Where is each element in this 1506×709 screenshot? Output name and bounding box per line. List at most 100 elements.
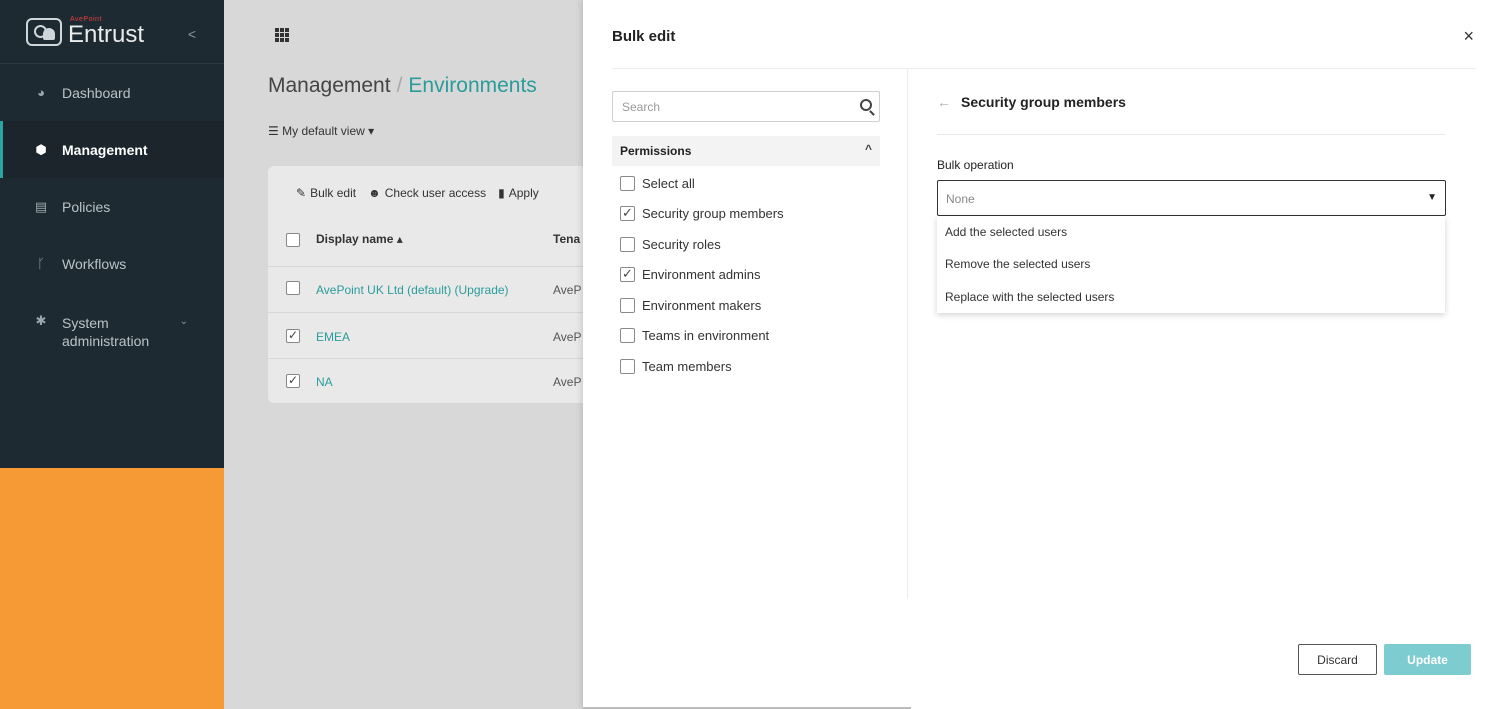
workflow-icon: ᚴ <box>37 255 45 271</box>
sidebar-item-label: Policies <box>62 198 111 215</box>
sidebar-item-management[interactable]: ⬢ Management <box>0 121 224 178</box>
check-user-access-label: Check user access <box>384 186 487 200</box>
tenant-cell: AveP <box>553 283 582 297</box>
logo-name: Entrust <box>68 21 145 48</box>
sidebar-item-policies[interactable]: ▤ Policies <box>0 178 224 235</box>
view-selector[interactable]: ☰ My default view ▾ <box>268 124 374 138</box>
search-field <box>612 91 880 122</box>
pie-chart-icon: ◕ <box>37 84 45 100</box>
sidebar-item-label: System administration <box>62 315 150 349</box>
permission-environment-makers[interactable]: Environment makers <box>620 290 784 321</box>
checkbox[interactable] <box>620 297 635 313</box>
bulk-operation-label: Bulk operation <box>937 158 1014 172</box>
dropdown-option-remove[interactable]: Remove the selected users <box>937 248 1445 280</box>
column-header-display-name[interactable]: Display name ▴ <box>316 232 403 246</box>
bulk-operation-select[interactable]: None ▼ <box>937 180 1446 216</box>
permission-select-all[interactable]: Select all <box>620 168 784 199</box>
toolbar: ✎ Bulk edit ☻ Check user access ▮ Apply <box>296 186 539 200</box>
sidebar-item-workflows[interactable]: ᚴ Workflows <box>0 235 224 292</box>
divider <box>612 68 1476 69</box>
checkbox[interactable] <box>620 358 635 374</box>
permission-label: Teams in environment <box>642 328 770 344</box>
permission-label: Security roles <box>642 236 721 252</box>
discard-button[interactable]: Discard <box>1298 644 1377 675</box>
search-input[interactable] <box>613 92 843 121</box>
permissions-list: Select all Security group members Securi… <box>620 168 784 382</box>
collapse-sidebar-icon[interactable]: < <box>188 26 196 42</box>
breadcrumb-separator: / <box>396 74 403 97</box>
chevron-down-icon: ⌄ <box>179 316 188 327</box>
panel-title: Bulk edit <box>612 28 676 45</box>
permission-teams-in-environment[interactable]: Teams in environment <box>620 321 784 352</box>
apply-button[interactable]: ▮ Apply <box>498 186 539 200</box>
sidebar-item-label: Dashboard <box>62 84 131 101</box>
environment-name-link[interactable]: NA <box>316 375 333 389</box>
update-button[interactable]: Update <box>1384 644 1471 675</box>
sidebar-item-label: Management <box>62 141 148 158</box>
row-checkbox[interactable] <box>286 328 300 343</box>
table-row[interactable]: EMEA AveP <box>268 312 608 358</box>
caret-down-icon: ▾ <box>368 124 375 138</box>
breadcrumb: Management / Environments <box>268 74 537 98</box>
caret-down-icon: ▼ <box>1427 192 1437 203</box>
app-launcher-icon[interactable] <box>275 28 289 42</box>
permission-team-members[interactable]: Team members <box>620 351 784 382</box>
permission-label: Select all <box>642 175 695 191</box>
environment-name-link[interactable]: EMEA <box>316 330 350 344</box>
row-checkbox[interactable] <box>286 373 300 388</box>
view-selector-label: My default view <box>282 124 365 138</box>
back-arrow-icon[interactable]: ← <box>937 94 951 110</box>
permission-security-roles[interactable]: Security roles <box>620 229 784 260</box>
bulk-edit-panel: Bulk edit × Permissions ^ Select all Sec… <box>583 0 1506 709</box>
list-icon: ☰ <box>268 124 279 138</box>
tenant-cell: AveP <box>553 330 582 344</box>
bulk-edit-label: Bulk edit <box>310 186 357 200</box>
column-header-tenant[interactable]: Tena <box>553 232 580 246</box>
dropdown-option-replace[interactable]: Replace with the selected users <box>937 281 1445 313</box>
search-icon[interactable] <box>860 99 872 111</box>
check-user-access-button[interactable]: ☻ Check user access <box>368 186 486 200</box>
permission-label: Team members <box>642 358 732 374</box>
table-row[interactable]: AvePoint UK Ltd (default) (Upgrade) AveP <box>268 266 608 312</box>
orange-accent-left <box>0 468 224 709</box>
cube-icon: ⬢ <box>35 141 47 157</box>
permissions-header-label: Permissions <box>620 144 692 158</box>
checkbox[interactable] <box>620 205 635 222</box>
checkbox[interactable] <box>620 236 635 252</box>
close-icon[interactable]: × <box>1463 26 1474 47</box>
divider <box>937 134 1445 135</box>
permissions-section-header[interactable]: Permissions ^ <box>612 136 880 166</box>
table-row[interactable]: NA AveP <box>268 358 608 404</box>
row-checkbox[interactable] <box>286 281 300 295</box>
bulk-operation-value: None <box>946 192 975 206</box>
apply-label: Apply <box>508 186 539 200</box>
select-all-checkbox[interactable] <box>286 233 300 247</box>
sidebar-item-system-administration[interactable]: ✱ System administration ⌄ <box>0 292 224 362</box>
permission-label: Security group members <box>642 206 784 222</box>
checkbox[interactable] <box>620 175 635 191</box>
sidebar-item-label: Workflows <box>62 255 127 272</box>
checkbox[interactable] <box>620 266 635 283</box>
permission-security-group-members[interactable]: Security group members <box>620 199 784 230</box>
permission-environment-admins[interactable]: Environment admins <box>620 260 784 291</box>
checkbox[interactable] <box>620 328 635 344</box>
bulk-operation-dropdown: Add the selected users Remove the select… <box>937 216 1445 313</box>
tenant-cell: AveP <box>553 375 582 389</box>
bulk-edit-button[interactable]: ✎ Bulk edit <box>296 186 356 200</box>
logo-icon <box>26 17 62 46</box>
dropdown-option-add[interactable]: Add the selected users <box>937 216 1445 248</box>
document-icon: ▮ <box>498 186 505 200</box>
policy-icon: ▤ <box>34 198 48 214</box>
environments-table: ✎ Bulk edit ☻ Check user access ▮ Apply Dis… <box>268 166 608 403</box>
environment-name-link[interactable]: AvePoint UK Ltd (default) (Upgrade) <box>316 283 509 297</box>
user-check-icon: ☻ <box>368 186 381 200</box>
sidebar-item-dashboard[interactable]: ◕ Dashboard <box>0 64 224 121</box>
logo: AvePoint Entrust < <box>0 0 224 64</box>
permission-label: Environment admins <box>642 267 761 283</box>
breadcrumb-current: Environments <box>408 74 537 97</box>
permission-label: Environment makers <box>642 297 762 313</box>
chevron-up-icon: ^ <box>864 142 872 156</box>
breadcrumb-parent[interactable]: Management <box>268 74 391 97</box>
gear-icon: ✱ <box>35 313 47 328</box>
divider <box>907 69 908 599</box>
